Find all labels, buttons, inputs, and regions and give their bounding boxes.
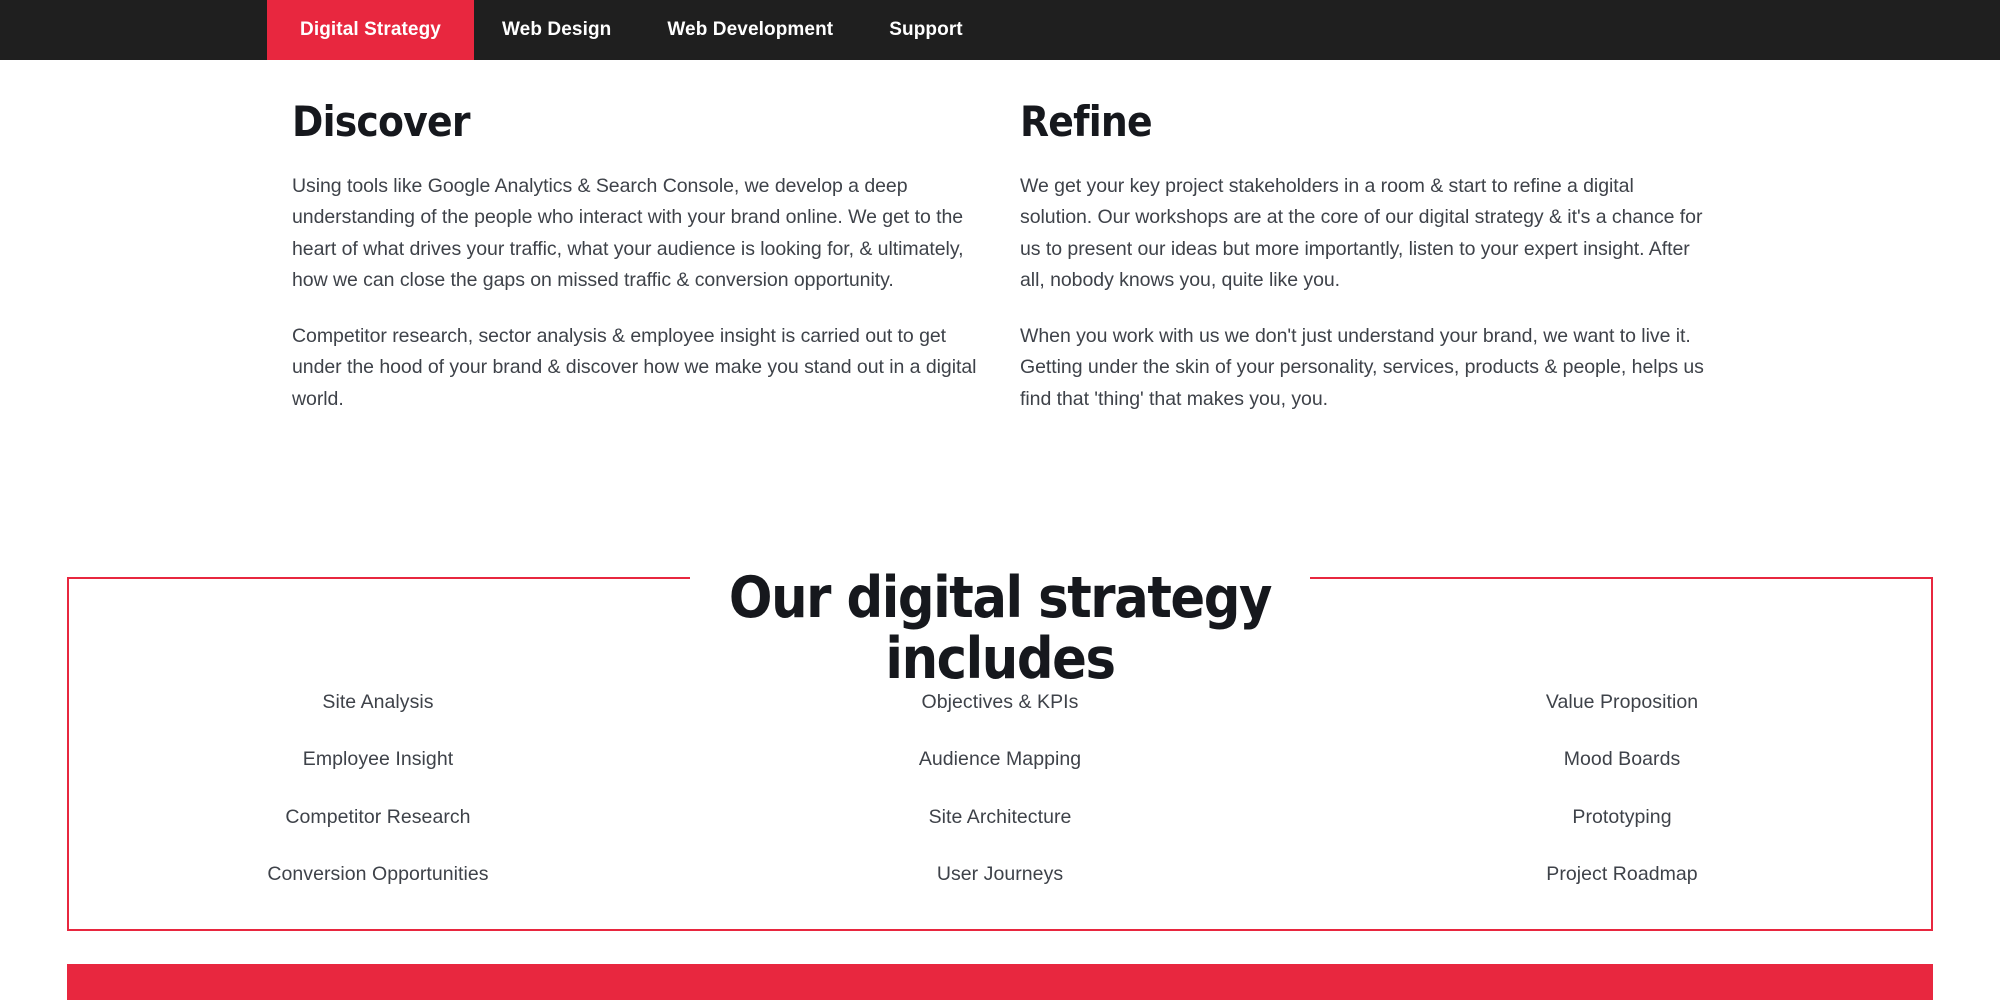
strategy-title-line-2: includes xyxy=(885,626,1116,693)
nav-item-support[interactable]: Support xyxy=(861,0,991,60)
list-item[interactable]: Competitor Research xyxy=(285,805,470,830)
nav-item-label: Web Design xyxy=(501,19,612,40)
list-item[interactable]: Prototyping xyxy=(1572,805,1671,830)
list-item[interactable]: Site Analysis xyxy=(322,690,433,715)
intro-column-discover: Discover Using tools like Google Analyti… xyxy=(292,97,982,416)
refine-paragraph-2: When you work with us we don't just unde… xyxy=(1020,324,1704,410)
discover-paragraph-2: Competitor research, sector analysis & e… xyxy=(292,324,977,410)
refine-paragraph-1: We get your key project stakeholders in … xyxy=(1020,174,1703,292)
strategy-columns: Site Analysis Employee Insight Competito… xyxy=(67,690,1933,887)
list-item[interactable]: User Journeys xyxy=(937,862,1063,887)
nav-item-label: Digital Strategy xyxy=(300,19,441,40)
bottom-accent-bar xyxy=(67,964,1933,1000)
intro-section: Discover Using tools like Google Analyti… xyxy=(0,60,2000,520)
page-title-discover: Discover xyxy=(292,97,470,146)
strategy-section-title: Our digital strategy includes xyxy=(550,568,1450,690)
list-item[interactable]: Audience Mapping xyxy=(919,747,1081,772)
intro-column-refine: Refine We get your key project stakehold… xyxy=(1020,97,1710,416)
list-item[interactable]: Mood Boards xyxy=(1564,747,1681,772)
list-item[interactable]: Objectives & KPIs xyxy=(922,690,1079,715)
page-title-refine: Refine xyxy=(1020,97,1153,146)
list-item[interactable]: Project Roadmap xyxy=(1546,862,1697,887)
list-item[interactable]: Value Proposition xyxy=(1546,690,1698,715)
strategy-column-3: Value Proposition Mood Boards Prototypin… xyxy=(1311,690,1933,887)
strategy-column-2: Objectives & KPIs Audience Mapping Site … xyxy=(689,690,1311,887)
strategy-title-line-1: Our digital strategy xyxy=(728,565,1273,632)
strategy-column-1: Site Analysis Employee Insight Competito… xyxy=(67,690,689,887)
nav-item-label: Support xyxy=(889,19,963,40)
nav-item-digital-strategy[interactable]: Digital Strategy xyxy=(267,0,474,60)
nav-item-web-development[interactable]: Web Development xyxy=(639,0,861,60)
nav-item-web-design[interactable]: Web Design xyxy=(474,0,639,60)
list-item[interactable]: Employee Insight xyxy=(303,747,453,772)
list-item[interactable]: Site Architecture xyxy=(929,805,1072,830)
nav-item-label: Web Development xyxy=(667,19,834,40)
nav-left-spacer xyxy=(0,0,267,60)
main-navigation: Digital Strategy Web Design Web Developm… xyxy=(0,0,2000,60)
list-item[interactable]: Conversion Opportunities xyxy=(267,862,488,887)
discover-paragraph-1: Using tools like Google Analytics & Sear… xyxy=(292,174,964,292)
